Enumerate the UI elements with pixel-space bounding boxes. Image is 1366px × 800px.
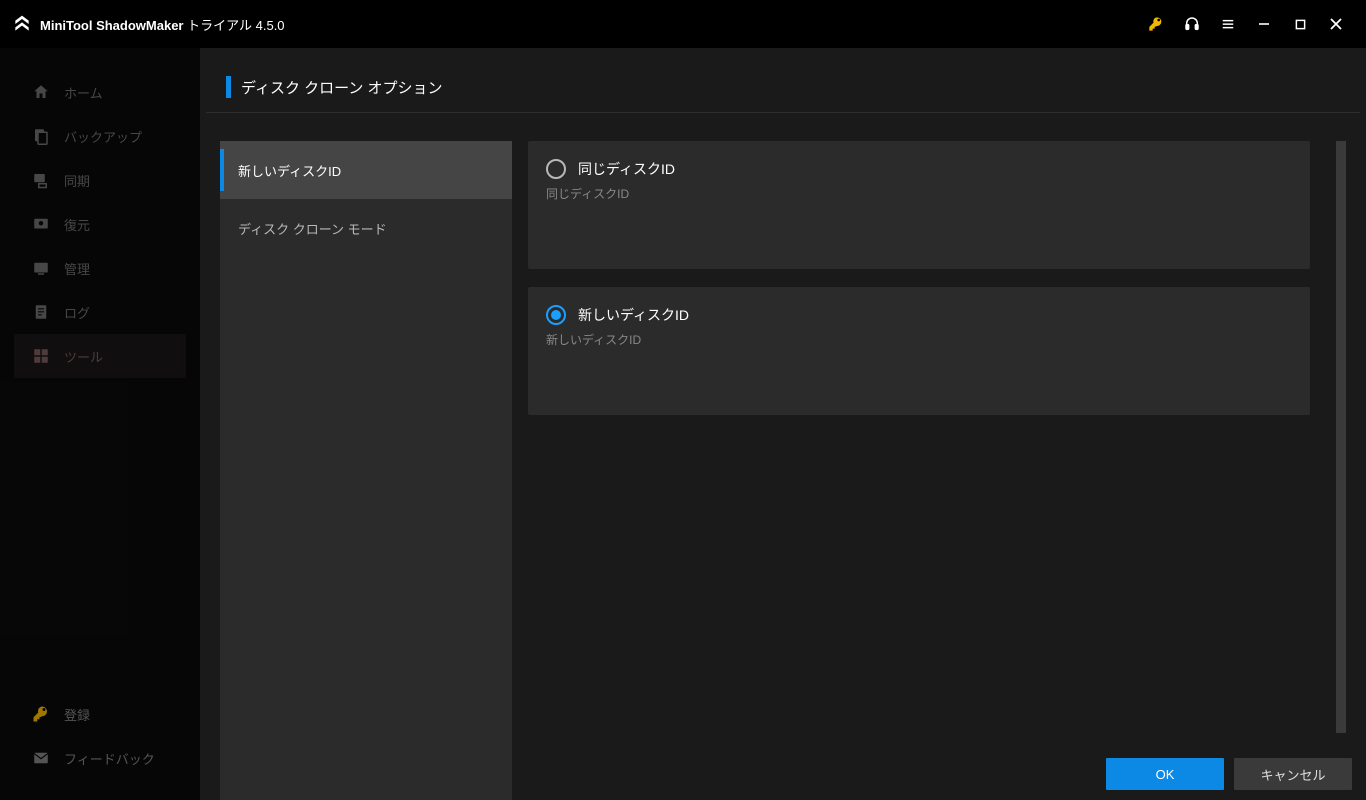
- app-logo-icon: [12, 14, 32, 34]
- restore-icon: [32, 215, 50, 233]
- sidebar-item-home[interactable]: ホーム: [14, 70, 186, 114]
- sidebar-item-log[interactable]: ログ: [14, 290, 186, 334]
- sidebar-item-label: 管理: [64, 259, 90, 278]
- radio-title: 新しいディスクID: [578, 305, 689, 325]
- sidebar-item-tools[interactable]: ツール: [14, 334, 186, 378]
- sidebar-item-label: 同期: [64, 171, 90, 190]
- option-panel: 同じディスクID 同じディスクID 新しいディスクID 新しいディスクID: [528, 141, 1320, 800]
- radio-card-same-disk-id[interactable]: 同じディスクID 同じディスクID: [528, 141, 1310, 269]
- manage-icon: [32, 259, 50, 277]
- maximize-button[interactable]: [1282, 0, 1318, 48]
- accent-bar: [226, 76, 231, 98]
- sidebar: ホーム バックアップ 同期 復元 管理 ログ: [0, 48, 200, 800]
- sidebar-item-backup[interactable]: バックアップ: [14, 114, 186, 158]
- sidebar-item-label: バックアップ: [64, 127, 142, 146]
- log-icon: [32, 303, 50, 321]
- cancel-button[interactable]: キャンセル: [1234, 758, 1352, 790]
- backup-icon: [32, 127, 50, 145]
- key-icon: [32, 705, 50, 723]
- ok-button[interactable]: OK: [1106, 758, 1224, 790]
- sidebar-item-label: ホーム: [64, 83, 103, 102]
- radio-same-disk-id[interactable]: [546, 159, 566, 179]
- sync-icon: [32, 171, 50, 189]
- option-tab-clone-mode[interactable]: ディスク クローン モード: [220, 199, 512, 257]
- close-button[interactable]: [1318, 0, 1354, 48]
- titlebar: MiniTool ShadowMaker トライアル 4.5.0: [0, 0, 1366, 48]
- headset-icon[interactable]: [1174, 0, 1210, 48]
- sidebar-item-register[interactable]: 登録: [14, 692, 186, 736]
- sidebar-item-label: ツール: [64, 347, 103, 366]
- menu-icon[interactable]: [1210, 0, 1246, 48]
- radio-new-disk-id[interactable]: [546, 305, 566, 325]
- register-key-icon[interactable]: [1138, 0, 1174, 48]
- radio-title: 同じディスクID: [578, 159, 675, 179]
- option-tab-label: 新しいディスクID: [238, 161, 341, 180]
- sidebar-item-manage[interactable]: 管理: [14, 246, 186, 290]
- home-icon: [32, 83, 50, 101]
- option-tab-label: ディスク クローン モード: [238, 219, 387, 238]
- sidebar-item-restore[interactable]: 復元: [14, 202, 186, 246]
- sidebar-item-label: 登録: [64, 705, 90, 724]
- radio-card-new-disk-id[interactable]: 新しいディスクID 新しいディスクID: [528, 287, 1310, 415]
- sidebar-item-label: 復元: [64, 215, 90, 234]
- tools-icon: [32, 347, 50, 365]
- sidebar-item-label: ログ: [64, 303, 90, 322]
- scrollbar[interactable]: [1336, 141, 1346, 733]
- mail-icon: [32, 749, 50, 767]
- app-name: MiniTool ShadowMaker: [40, 18, 184, 33]
- app-version: 4.5.0: [256, 18, 285, 33]
- dialog-footer: OK キャンセル: [1092, 748, 1366, 800]
- sidebar-item-label: フィードバック: [64, 749, 155, 768]
- minimize-button[interactable]: [1246, 0, 1282, 48]
- page-title: ディスク クローン オプション: [241, 77, 443, 98]
- sidebar-item-sync[interactable]: 同期: [14, 158, 186, 202]
- radio-desc: 新しいディスクID: [546, 331, 1292, 348]
- app-edition: トライアル: [187, 18, 252, 33]
- option-tab-list: 新しいディスクID ディスク クローン モード: [220, 141, 512, 800]
- app-title: MiniTool ShadowMaker トライアル 4.5.0: [40, 15, 285, 34]
- main-panel: ディスク クローン オプション 新しいディスクID ディスク クローン モード …: [200, 48, 1366, 800]
- option-tab-new-disk-id[interactable]: 新しいディスクID: [220, 141, 512, 199]
- radio-desc: 同じディスクID: [546, 185, 1292, 202]
- page-header: ディスク クローン オプション: [206, 48, 1360, 113]
- sidebar-item-feedback[interactable]: フィードバック: [14, 736, 186, 780]
